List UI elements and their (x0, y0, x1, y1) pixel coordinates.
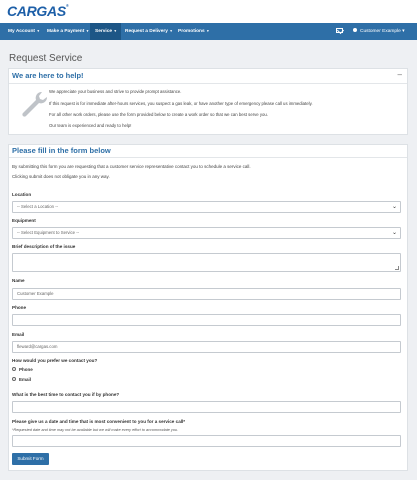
radio-email[interactable]: Email (12, 377, 31, 382)
submit-form-button[interactable]: Submit Form (12, 453, 49, 465)
main-nav: My Account ▾ Make a Payment ▾ Service ▾ … (0, 23, 417, 40)
radio-button[interactable] (12, 377, 16, 382)
collapse-toggle[interactable]: – (398, 70, 402, 79)
service-form-panel: Please fill in the form below By submitt… (8, 144, 408, 471)
help-panel-header: We are here to help! – (9, 69, 407, 84)
chevron-down-icon: ▾ (402, 29, 405, 34)
chevron-down-icon: ▾ (114, 29, 117, 33)
mail-icon[interactable] (336, 28, 343, 33)
location-label: Location (12, 192, 32, 197)
nav-my-account[interactable]: My Account ▾ (3, 23, 44, 40)
chevron-down-icon: ▾ (86, 29, 89, 33)
best-time-label: What is the best time to contact you if … (12, 392, 120, 397)
name-input[interactable]: Customer Example (12, 288, 401, 300)
chevron-down-icon: ⌄ (391, 204, 397, 210)
contact-preference-label: How would you prefer we contact you? (12, 358, 98, 363)
user-menu[interactable]: Customer Example ▾ (353, 23, 405, 40)
nav-service[interactable]: Service ▾ (90, 23, 122, 40)
form-title: Please fill in the form below (12, 146, 111, 155)
chevron-down-icon: ▾ (37, 29, 40, 33)
help-paragraph: We appreciate your business and strive t… (49, 89, 182, 94)
description-textarea[interactable] (12, 253, 401, 272)
location-select[interactable]: -- Select a Location -- ⌄ (12, 201, 401, 213)
email-label: Email (12, 332, 25, 337)
equipment-select[interactable]: -- Select Equipment to Service -- ⌄ (12, 227, 401, 239)
chevron-down-icon: ▾ (170, 29, 173, 33)
radio-phone[interactable]: Phone (12, 367, 33, 372)
equipment-label: Equipment (12, 218, 36, 223)
service-date-note: *Requested date and time may not be avai… (12, 428, 179, 432)
description-label: Brief description of the issue (12, 244, 76, 249)
radio-button[interactable] (12, 367, 16, 372)
nav-make-payment[interactable]: Make a Payment ▾ (42, 23, 93, 40)
resize-handle-icon[interactable] (395, 266, 399, 270)
nav-promotions[interactable]: Promotions ▾ (173, 23, 214, 40)
cargas-logo[interactable]: CARGAS® (7, 3, 69, 19)
phone-label: Phone (12, 305, 27, 310)
email-input[interactable]: fleward@cargas.com (12, 341, 401, 353)
form-intro: Clicking submit does not obligate you in… (12, 174, 110, 179)
service-date-label: Please give us a date and time that is m… (12, 419, 186, 424)
help-paragraph: Our team is experienced and ready to hel… (49, 123, 132, 128)
user-icon (353, 27, 357, 32)
wrench-icon (22, 91, 48, 117)
page-title: Request Service (9, 53, 83, 64)
name-label: Name (12, 278, 25, 283)
phone-input[interactable] (12, 314, 401, 326)
chevron-down-icon: ▾ (207, 29, 209, 33)
chevron-down-icon: ⌄ (391, 230, 397, 236)
form-panel-header: Please fill in the form below (9, 145, 407, 158)
service-date-input[interactable] (12, 435, 401, 447)
help-paragraph: If this request is for immediate after-h… (49, 101, 313, 106)
form-intro: By submitting this form you are requesti… (12, 164, 251, 169)
best-time-input[interactable] (12, 401, 401, 413)
help-panel-title: We are here to help! (12, 71, 84, 80)
nav-request-delivery[interactable]: Request a Delivery ▾ (120, 23, 177, 40)
help-panel: We are here to help! – We appreciate you… (8, 68, 408, 135)
top-bar: CARGAS® (0, 0, 417, 23)
help-paragraph: For all other work orders, please use th… (49, 112, 269, 117)
